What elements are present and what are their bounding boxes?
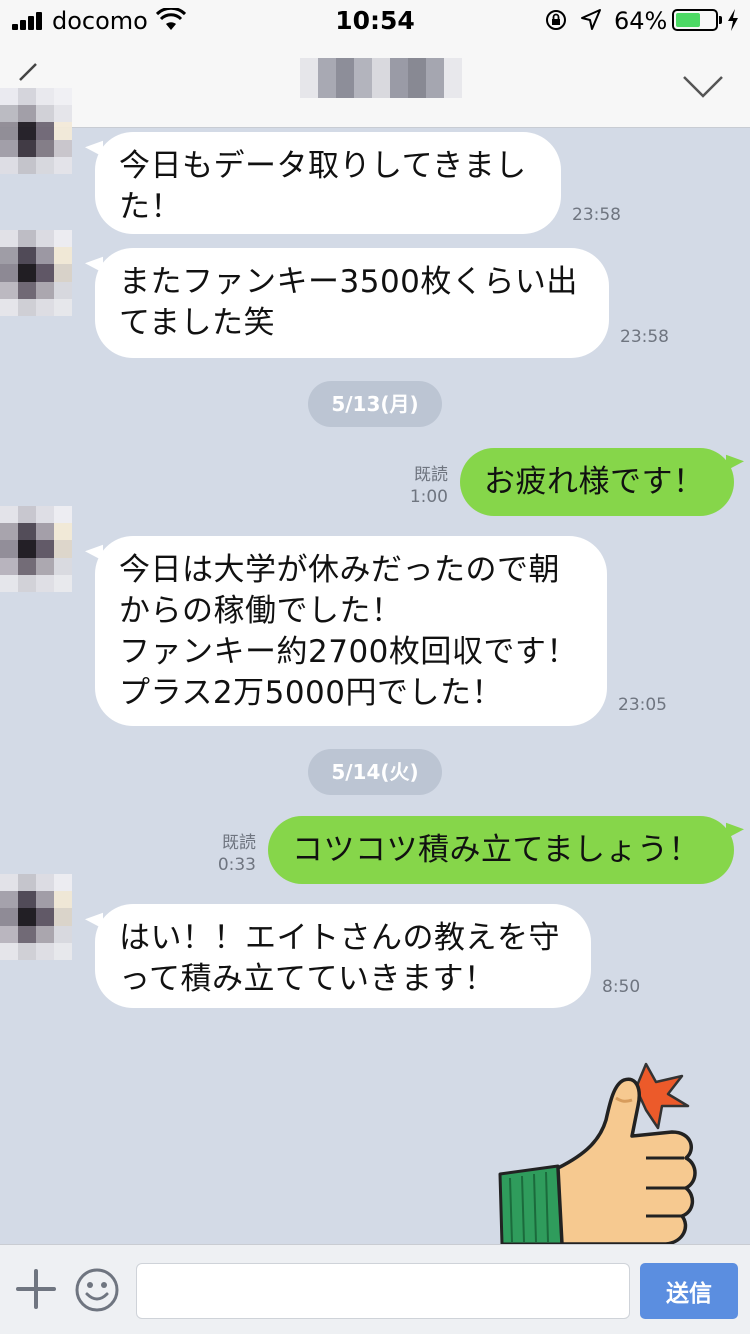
avatar <box>0 230 72 316</box>
status-bar: docomo 10:54 64% <box>0 0 750 40</box>
avatar <box>0 88 72 174</box>
message-time: 8:50 <box>602 977 641 997</box>
outgoing-message: コツコツ積み立てましょう！ <box>268 816 734 884</box>
message-time: 1:00 <box>409 487 448 507</box>
location-icon <box>581 9 601 30</box>
message-line: お疲れ様です！ <box>484 464 705 500</box>
incoming-message: またファンキー3500枚くらい出 てました笑 <box>95 248 609 358</box>
message-line: プラス2万5000円でした！ <box>119 675 503 711</box>
message-line: はい！！エイトさんの教えを守 <box>119 920 560 956</box>
rotation-lock-icon <box>546 10 566 30</box>
battery-icon <box>672 9 722 31</box>
message-time: 0:33 <box>217 855 256 875</box>
date-separator: 5/14(火) <box>308 749 442 795</box>
avatar <box>0 874 72 960</box>
read-receipt: 既読 <box>414 465 448 485</box>
message-line: またファンキー3500枚くらい出 <box>119 264 578 300</box>
message-line: ファンキー約2700枚回収です！ <box>119 634 578 670</box>
send-button[interactable]: 送信 <box>640 1263 738 1319</box>
message-line: って積み立てていきます！ <box>119 961 496 997</box>
read-receipt: 既読 <box>222 833 256 853</box>
outgoing-message: お疲れ様です！ <box>460 448 734 516</box>
date-separator: 5/13(月) <box>308 381 442 427</box>
message-time: 23:58 <box>620 327 669 347</box>
smile-icon[interactable] <box>74 1267 120 1313</box>
chat-header <box>0 40 750 128</box>
plus-icon[interactable] <box>16 1269 56 1309</box>
menu-chevron-icon[interactable] <box>682 74 724 100</box>
message-line: た！ <box>119 189 182 225</box>
chat-title-mosaic <box>300 58 462 98</box>
message-line: 今日は大学が休みだったので朝 <box>119 552 560 588</box>
message-time: 23:05 <box>618 695 667 715</box>
chat-area: 今日もデータ取りしてきまし た！ 23:58 またファンキー3500枚くらい出 … <box>0 88 750 1244</box>
battery-percent: 64% <box>614 7 668 35</box>
incoming-message: 今日は大学が休みだったので朝 からの稼働でした！ ファンキー約2700枚回収です… <box>95 536 607 726</box>
incoming-message: 今日もデータ取りしてきまし た！ <box>95 132 561 234</box>
message-input-bar: 送信 <box>0 1244 750 1334</box>
message-time: 23:58 <box>572 205 621 225</box>
thumbs-up-sticker[interactable] <box>496 1058 706 1244</box>
message-line: てました笑 <box>119 305 275 341</box>
avatar <box>0 506 72 592</box>
incoming-message: はい！！エイトさんの教えを守 って積み立てていきます！ <box>95 904 591 1008</box>
charging-icon <box>728 9 738 31</box>
message-line: 今日もデータ取りしてきまし <box>119 148 527 184</box>
message-line: コツコツ積み立てましょう！ <box>292 832 700 868</box>
message-input[interactable] <box>136 1263 630 1319</box>
message-line: からの稼働でした！ <box>119 593 403 629</box>
